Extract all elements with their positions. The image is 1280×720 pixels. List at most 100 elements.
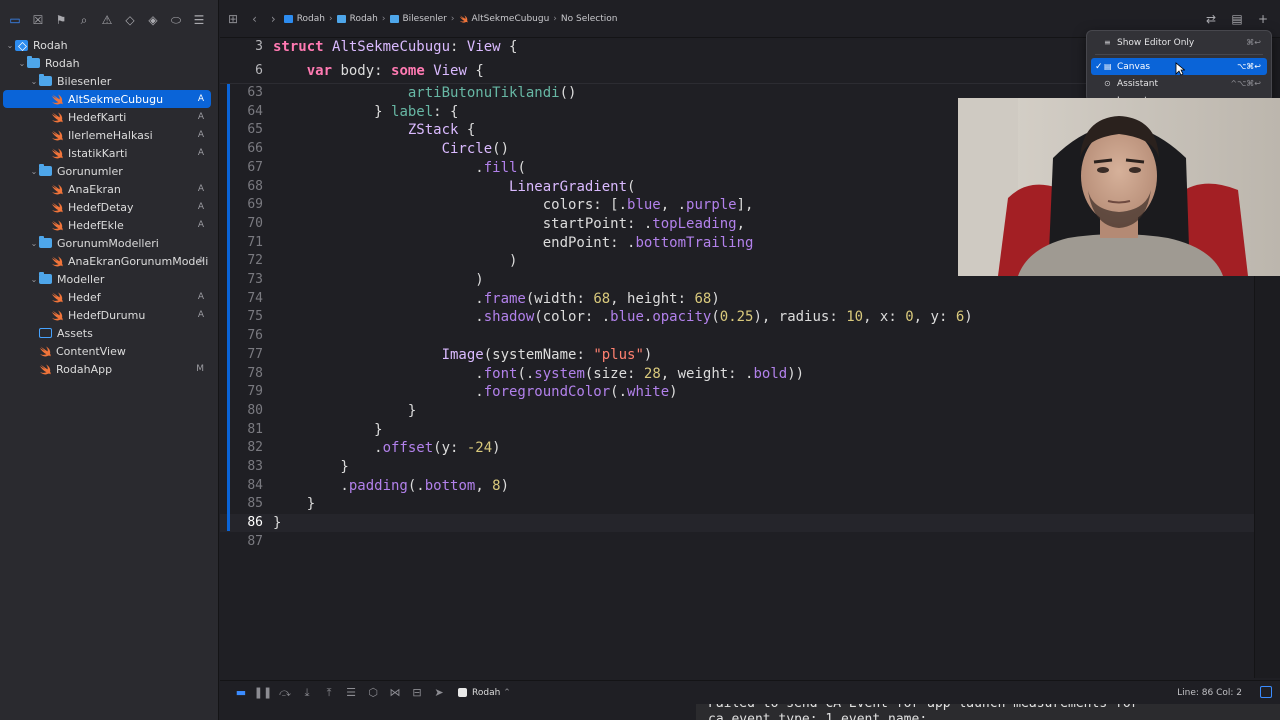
environment-icon[interactable]: ⋈ <box>384 686 406 699</box>
code-line[interactable]: 74 .frame(width: 68, height: 68) <box>220 290 1254 308</box>
search-icon[interactable]: ⌕ <box>73 9 95 31</box>
tree-file[interactable]: RodahApp M <box>0 360 219 378</box>
chevron-down-icon[interactable]: ⌄ <box>29 275 39 284</box>
source-control-badge: A <box>197 256 204 266</box>
code-token: bold <box>753 365 788 382</box>
code-line[interactable]: 75 .shadow(color: .blue.opacity(0.25), r… <box>220 308 1254 326</box>
code-line[interactable]: 77 Image(systemName: "plus") <box>220 346 1254 364</box>
location-icon[interactable]: ➤ <box>428 686 450 699</box>
view-hierarchy-icon[interactable]: ☰ <box>340 686 362 699</box>
code-token: topLeading <box>652 215 737 232</box>
code-line[interactable]: 85 } <box>220 495 1254 513</box>
breadcrumb-item[interactable]: Bilesenler › <box>389 14 455 24</box>
simulate-icon[interactable]: ⊟ <box>406 686 428 699</box>
webcam-overlay <box>958 98 1280 276</box>
tree-file[interactable]: IlerlemeHalkasi A <box>0 126 219 144</box>
tree-file[interactable]: AnaEkranGorunumModeli A <box>0 252 219 270</box>
tree-file[interactable]: HedefKarti A <box>0 108 219 126</box>
debug-bar: ▬ ❚❚ ⤼ ⤓ ⤒ ☰ ⬡ ⋈ ⊟ ➤ Rodah ⌃ Line: 86 Co… <box>220 680 1280 704</box>
code-text: } label: { <box>273 103 458 121</box>
tree-group[interactable]: ⌄ GorunumModelleri <box>0 234 219 252</box>
step-out-icon[interactable]: ⤒ <box>318 686 340 700</box>
tree-file[interactable]: HedefDurumu A <box>0 306 219 324</box>
chevron-down-icon[interactable]: ⌄ <box>29 239 39 248</box>
tree-file[interactable]: HedefEkle A <box>0 216 219 234</box>
code-token: white <box>627 384 670 401</box>
tree-group[interactable]: ⌄ Bilesenler <box>0 72 219 90</box>
chevron-down-icon[interactable]: ⌄ <box>17 59 27 68</box>
tree-group[interactable]: ⌄ Rodah <box>0 36 219 54</box>
list-icon[interactable]: ☰ <box>188 9 210 31</box>
code-token: : { <box>433 103 459 120</box>
tree-group[interactable]: ⌄ Modeller <box>0 270 219 288</box>
breadcrumb-item[interactable]: Rodah › <box>336 14 386 24</box>
line-number: 87 <box>247 533 263 549</box>
scheme-selector[interactable]: Rodah ⌃ <box>458 688 511 698</box>
bookmark-icon[interactable]: ⚑ <box>50 9 72 31</box>
console-toggle-icon[interactable]: ▬ <box>230 686 252 699</box>
step-over-icon[interactable]: ⤼ <box>274 686 296 700</box>
tag-icon[interactable]: ⬭ <box>165 9 187 31</box>
chevron-down-icon[interactable]: ⌄ <box>5 41 15 50</box>
folder-icon[interactable]: ▭ <box>4 9 26 31</box>
code-line[interactable]: 87 <box>220 533 1254 551</box>
forward-icon[interactable]: › <box>271 12 276 26</box>
tree-file[interactable]: IstatikKarti A <box>0 144 219 162</box>
inspector-toggle-icon[interactable] <box>1260 686 1272 698</box>
tree-file[interactable]: Hedef A <box>0 288 219 306</box>
code-line[interactable]: 80 } <box>220 402 1254 420</box>
tree-item-label: Rodah <box>45 56 80 70</box>
menu-item-assistant[interactable]: ⊙ Assistant ^⌥⌘↩ <box>1091 75 1267 92</box>
xmark-square-icon[interactable]: ☒ <box>27 9 49 31</box>
code-line[interactable]: 82 .offset(y: -24) <box>220 439 1254 457</box>
back-icon[interactable]: ‹ <box>252 12 257 26</box>
code-line[interactable]: 76 <box>220 327 1254 345</box>
tree-group[interactable]: ⌄ Gorunumler <box>0 162 219 180</box>
navigator-toolbar: ▭ ☒ ⚑ ⌕ ⚠ ◇ ◈ ⬭ ☰ <box>0 8 219 32</box>
warning-icon[interactable]: ⚠ <box>96 9 118 31</box>
refresh-icon[interactable]: ⇄ <box>1200 12 1222 26</box>
code-line[interactable]: 79 .foregroundColor(.white) <box>220 383 1254 401</box>
tree-item-label: RodahApp <box>56 362 113 376</box>
step-into-icon[interactable]: ⤓ <box>296 686 318 700</box>
code-token: ) <box>711 290 720 307</box>
tree-group[interactable]: ⌄ Rodah <box>0 54 219 72</box>
breadcrumb-item[interactable]: Rodah › <box>283 14 333 24</box>
presenter-video-image <box>958 98 1280 276</box>
tree-file[interactable]: Assets <box>0 324 219 342</box>
tree-file[interactable]: HedefDetay A <box>0 198 219 216</box>
breadcrumb-item[interactable]: AltSekmeCubugu › <box>459 14 557 24</box>
diamond-icon[interactable]: ◇ <box>119 9 141 31</box>
grid-icon[interactable]: ⊞ <box>228 12 238 26</box>
code-token: ) <box>669 384 678 401</box>
tree-file[interactable]: ContentView <box>0 342 219 360</box>
tree-item-label: Rodah <box>33 38 68 52</box>
console-output: Failed to send CA Event for app launch m… <box>696 704 1280 720</box>
code-token: View <box>433 63 467 79</box>
code-token: ( <box>711 309 720 326</box>
menu-item-icon: ⊙ <box>1104 79 1111 88</box>
code-line[interactable]: 86} <box>220 514 1254 533</box>
menu-item-show-editor-only[interactable]: ≡ Show Editor Only ⌘↩ <box>1091 34 1267 51</box>
test-icon[interactable]: ◈ <box>142 9 164 31</box>
editor-options-icon[interactable]: ▤ <box>1226 12 1248 26</box>
tree-file[interactable]: AltSekmeCubugu A <box>3 90 211 108</box>
code-token: { <box>458 122 476 139</box>
add-editor-icon[interactable]: + <box>1252 12 1274 26</box>
code-line[interactable]: 81 } <box>220 421 1254 439</box>
code-token: (width: <box>525 290 594 307</box>
code-line[interactable]: 83 } <box>220 458 1254 476</box>
breadcrumb-item[interactable]: No Selection <box>561 14 618 24</box>
tree-file[interactable]: AnaEkran A <box>0 180 219 198</box>
pause-icon[interactable]: ❚❚ <box>252 686 274 699</box>
code-text: ) <box>273 271 483 289</box>
chevron-down-icon[interactable]: ⌄ <box>29 167 39 176</box>
code-token: (color: . <box>534 309 611 326</box>
memory-graph-icon[interactable]: ⬡ <box>362 686 384 699</box>
mouse-pointer-icon <box>1175 62 1185 76</box>
chevron-down-icon[interactable]: ⌄ <box>29 77 39 86</box>
code-token: padding <box>348 477 408 494</box>
code-line[interactable]: 78 .font(.system(size: 28, weight: .bold… <box>220 365 1254 383</box>
folder-icon <box>39 164 52 176</box>
code-line[interactable]: 84 .padding(.bottom, 8) <box>220 477 1254 495</box>
